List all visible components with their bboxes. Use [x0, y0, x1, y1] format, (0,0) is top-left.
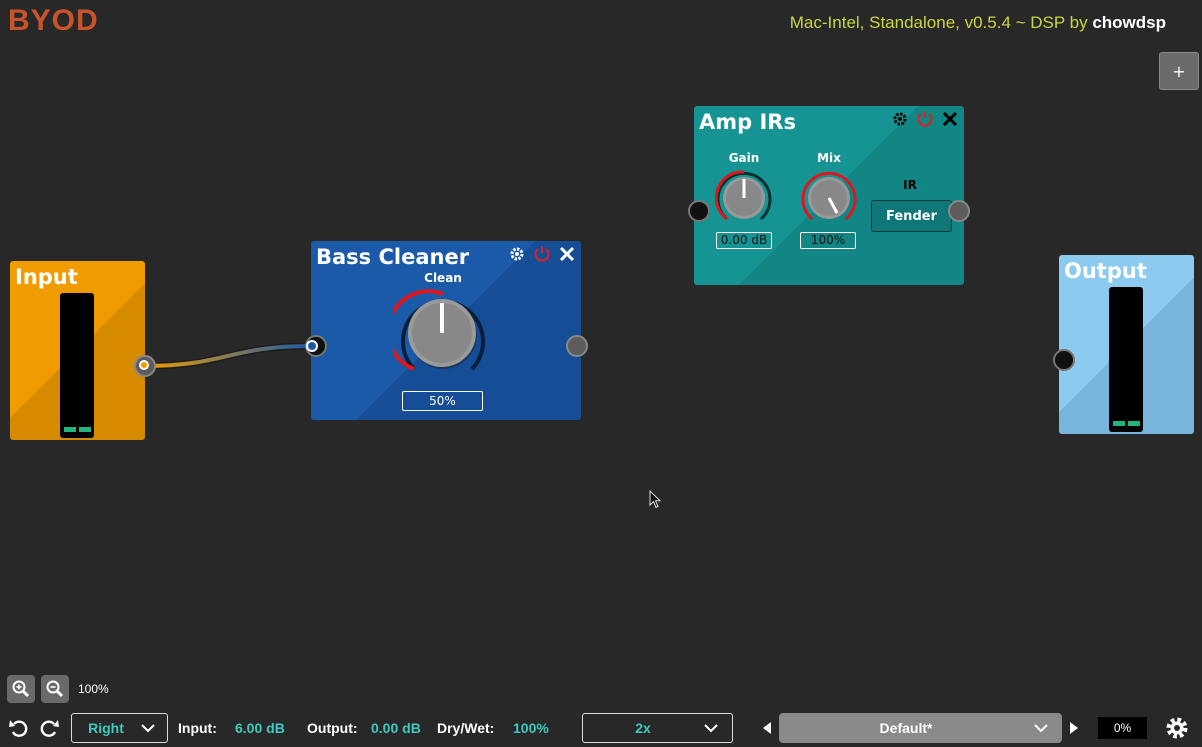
chevron-down-icon [141, 724, 155, 733]
input-gain-label: Input: [178, 720, 217, 736]
redo-icon[interactable] [38, 717, 60, 739]
input-port[interactable] [688, 200, 710, 222]
ir-label: IR [903, 178, 917, 192]
gear-icon[interactable] [509, 246, 525, 262]
channel-select[interactable]: Right [71, 713, 168, 743]
input-node[interactable]: Input [10, 261, 156, 440]
undo-icon[interactable] [8, 717, 30, 739]
preset-name: Default* [879, 720, 933, 736]
meter-bar-left [64, 427, 76, 432]
power-icon[interactable] [916, 110, 934, 128]
zoom-out-icon [46, 680, 64, 698]
input-level-meter [60, 293, 94, 438]
chevron-down-icon [704, 724, 718, 733]
gain-label: Gain [728, 151, 760, 165]
output-level-meter [1109, 287, 1143, 432]
gear-icon[interactable] [892, 111, 908, 127]
port-connected-dot [139, 360, 149, 370]
cable-layer [144, 342, 312, 370]
mouse-cursor-icon [649, 490, 662, 509]
input-port[interactable] [1053, 349, 1075, 371]
close-icon[interactable] [942, 111, 958, 127]
oversampling-select[interactable]: 2x [582, 713, 733, 743]
next-preset-icon[interactable] [1068, 721, 1080, 735]
output-port[interactable] [948, 200, 970, 222]
preset-select[interactable]: Default* [779, 713, 1062, 743]
clean-value[interactable]: 50% [402, 391, 483, 411]
chevron-down-icon [1034, 724, 1048, 733]
settings-gear-icon[interactable] [1164, 715, 1190, 741]
meter-bar-right [79, 427, 91, 432]
drywet-label: Dry/Wet: [437, 720, 495, 736]
channel-value: Right [88, 720, 124, 736]
meter-bar-right [1128, 421, 1140, 426]
gain-knob[interactable] [715, 169, 773, 227]
gain-value[interactable]: 0.00 dB [716, 232, 772, 249]
output-node[interactable]: Output [1053, 255, 1194, 434]
drywet-value[interactable]: 100% [513, 720, 549, 736]
node-title: Input [15, 265, 78, 289]
node-title: Amp IRs [699, 110, 796, 134]
port-connected-dot [306, 340, 318, 352]
output-gain-value[interactable]: 0.00 dB [371, 720, 421, 736]
amp-irs-node[interactable]: Amp IRs Gain 0.00 dB Mix 100% IR Fender [688, 106, 970, 285]
zoom-in-icon [12, 680, 30, 698]
mix-label: Mix [817, 151, 841, 165]
node-title: Bass Cleaner [316, 245, 470, 269]
ir-select-button[interactable]: Fender [871, 200, 952, 232]
cpu-meter: 0% [1098, 717, 1147, 739]
bass-cleaner-node[interactable]: Bass Cleaner Clean 50% [305, 241, 588, 420]
close-icon[interactable] [559, 246, 575, 262]
meter-bar-left [1113, 421, 1125, 426]
output-port[interactable] [566, 335, 588, 357]
clean-knob[interactable] [393, 289, 493, 379]
power-icon[interactable] [533, 245, 551, 263]
output-gain-label: Output: [307, 720, 358, 736]
clean-label: Clean [424, 271, 462, 285]
oversampling-value: 2x [635, 720, 651, 736]
zoom-level: 100% [78, 682, 109, 696]
mix-knob[interactable] [800, 169, 858, 227]
prev-preset-icon[interactable] [761, 721, 773, 735]
zoom-out-button[interactable] [41, 675, 69, 703]
zoom-in-button[interactable] [7, 675, 35, 703]
mix-value[interactable]: 100% [800, 232, 856, 249]
node-title: Output [1064, 259, 1147, 283]
input-gain-value[interactable]: 6.00 dB [235, 720, 285, 736]
